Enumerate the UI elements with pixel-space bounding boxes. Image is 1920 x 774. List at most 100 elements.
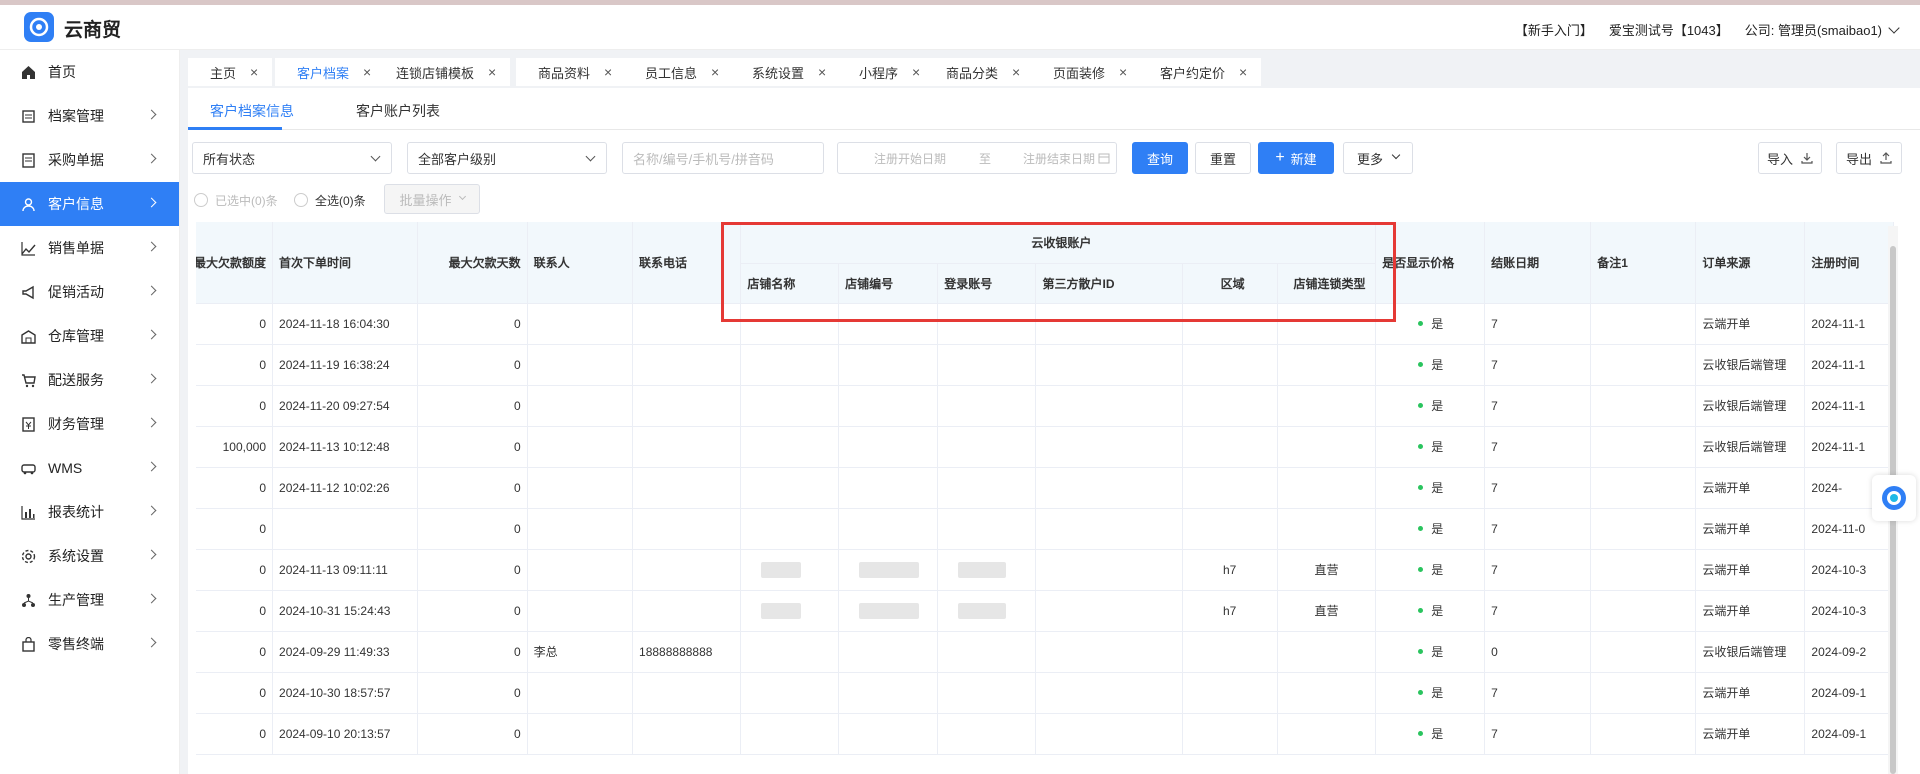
th-phone[interactable]: 联系电话 (632, 222, 742, 304)
close-icon[interactable]: × (488, 64, 496, 80)
th-first-order[interactable]: 首次下单时间 (272, 222, 419, 304)
th-settle-date[interactable]: 结账日期 (1484, 222, 1592, 304)
sidebar-item-12[interactable]: 生产管理 (0, 578, 179, 622)
table-row[interactable]: 0 2024-09-10 20:13:57 0 是 7 云端开单 2024-09-1 (196, 713, 1894, 755)
close-icon[interactable]: × (1012, 64, 1020, 80)
tab-9[interactable]: 客户约定价 × (1138, 58, 1262, 86)
export-button[interactable]: 导出 (1836, 142, 1902, 174)
tab-8[interactable]: 页面装修 × (1031, 58, 1142, 86)
sidebar-item-11[interactable]: 系统设置 (0, 534, 179, 578)
tab-6[interactable]: 小程序 × (837, 58, 935, 86)
cell-max-credit: 0 (196, 631, 274, 673)
cell-login (937, 385, 1037, 427)
gear-icon (20, 548, 36, 564)
sidebar: 首页 档案管理 采购单据 客户信息 销售单据 促销活动 仓库管理 配送服务 财务管理 WMS 报表统… (0, 50, 180, 774)
export-icon (1880, 152, 1892, 164)
close-icon[interactable]: × (818, 64, 826, 80)
sidebar-item-10[interactable]: 报表统计 (0, 490, 179, 534)
sidebar-item-9[interactable]: WMS (0, 446, 179, 490)
cell-max-credit: 0 (196, 590, 274, 632)
select-all-radio[interactable] (294, 193, 308, 207)
sidebar-item-7[interactable]: 配送服务 (0, 358, 179, 402)
tab-4[interactable]: 员工信息 × (623, 58, 734, 86)
query-button[interactable]: 查询 (1132, 142, 1188, 174)
close-icon[interactable]: × (363, 64, 371, 80)
tab-7[interactable]: 商品分类 × (924, 58, 1035, 86)
table-row[interactable]: 0 2024-09-29 11:49:33 0 李总 18888888888 是 0 云收银后… (196, 631, 1894, 673)
th-third-id[interactable]: 第三方散户ID (1035, 263, 1183, 304)
import-button[interactable]: 导入 (1758, 142, 1822, 174)
date-range-picker[interactable]: 注册开始日期 至 注册结束日期 (837, 142, 1117, 174)
table-row[interactable]: 0 2024-11-20 09:27:54 0 是 7 云收银后端管理 2024-11-1 (196, 385, 1894, 427)
tab-0[interactable]: 主页 × (188, 58, 273, 86)
cell-region (1182, 631, 1278, 673)
sidebar-item-13[interactable]: 零售终端 (0, 622, 179, 666)
close-icon[interactable]: × (711, 64, 719, 80)
app-logo-icon[interactable] (24, 12, 54, 42)
cell-first-order: 2024-11-18 16:04:30 (272, 303, 419, 345)
sidebar-item-5[interactable]: 促销活动 (0, 270, 179, 314)
show-price-value: 是 (1431, 645, 1444, 659)
close-icon[interactable]: × (1239, 64, 1247, 80)
sidebar-item-1[interactable]: 档案管理 (0, 94, 179, 138)
table-row[interactable]: 0 2024-11-12 10:02:26 0 是 7 云端开单 2024- (196, 467, 1894, 509)
main-content: 客户档案信息 客户账户列表 所有状态 全部客户级别 名称/编号/手机号/拼音码 … (180, 88, 1920, 774)
reset-button[interactable]: 重置 (1195, 142, 1251, 174)
new-button[interactable]: + 新建 (1258, 142, 1334, 174)
cell-chain-type (1277, 631, 1377, 673)
table-row[interactable]: 0 2024-11-18 16:04:30 0 是 7 云端开单 2024-11-1 (196, 303, 1894, 345)
floating-assistant-button[interactable] (1872, 475, 1916, 521)
th-store-no[interactable]: 店铺编号 (838, 263, 939, 304)
tab-2[interactable]: 连锁店铺模板 × (374, 58, 511, 86)
company-user-menu[interactable]: 公司: 管理员(smaibao1) (1745, 20, 1900, 39)
tab-5[interactable]: 系统设置 × (730, 58, 841, 86)
cell-login (937, 467, 1037, 509)
sidebar-item-3[interactable]: 客户信息 (0, 182, 179, 226)
subtab-customer-accounts[interactable]: 客户账户列表 (356, 101, 440, 121)
sidebar-item-2[interactable]: 采购单据 (0, 138, 179, 182)
table-row[interactable]: 0 0 是 7 云端开单 2024-11-0 (196, 508, 1894, 550)
cell-store-no (838, 631, 939, 673)
table-row[interactable]: 100,000 2024-11-13 10:12:48 0 是 7 云收银后端管理 2024… (196, 426, 1894, 468)
close-icon[interactable]: × (250, 64, 258, 80)
close-icon[interactable]: × (1119, 64, 1127, 80)
batch-op-button[interactable]: 批量操作 (384, 184, 480, 214)
cell-remark (1590, 713, 1697, 755)
selected-radio[interactable] (194, 193, 208, 207)
th-contact[interactable]: 联系人 (527, 222, 634, 304)
newbie-link[interactable]: 【新手入门】 (1515, 20, 1593, 39)
tab-1[interactable]: 客户档案 × (275, 58, 386, 86)
cell-max-days: 0 (417, 344, 528, 386)
th-store-name[interactable]: 店铺名称 (740, 263, 840, 304)
table-row[interactable]: 0 2024-10-30 18:57:57 0 是 7 云端开单 2024-09-1 (196, 672, 1894, 714)
more-button[interactable]: 更多 (1343, 142, 1413, 174)
close-icon[interactable]: × (912, 64, 920, 80)
tab-label: 客户档案 (297, 65, 350, 81)
table-row[interactable]: 0 2024-11-13 09:11:11 0 h7 直营 是 7 云端开单 2024-10-3 (196, 549, 1894, 591)
th-max-credit[interactable]: 最大欠款额度 (196, 222, 274, 304)
th-show-price[interactable]: 是否显示价格 (1375, 222, 1486, 304)
th-source[interactable]: 订单来源 (1695, 222, 1806, 304)
th-remark[interactable]: 备注1 (1590, 222, 1697, 304)
th-max-days[interactable]: 最大欠款天数 (417, 222, 528, 304)
table-row[interactable]: 0 2024-10-31 15:24:43 0 h7 直营 是 7 云端开单 2024-10-3 (196, 590, 1894, 632)
table-row[interactable]: 0 2024-11-19 16:38:24 0 是 7 云收银后端管理 2024-11-1 (196, 344, 1894, 386)
level-select[interactable]: 全部客户级别 (407, 142, 607, 174)
subtab-customer-info[interactable]: 客户档案信息 (210, 101, 294, 121)
sidebar-item-8[interactable]: 财务管理 (0, 402, 179, 446)
close-icon[interactable]: × (604, 64, 612, 80)
th-chain-type[interactable]: 店铺连锁类型 (1277, 263, 1377, 304)
sidebar-item-4[interactable]: 销售单据 (0, 226, 179, 270)
th-login[interactable]: 登录账号 (937, 263, 1037, 304)
sidebar-item-6[interactable]: 仓库管理 (0, 314, 179, 358)
cell-reg-time: 2024-11-1 (1804, 385, 1894, 427)
th-reg-time[interactable]: 注册时间 (1804, 222, 1894, 304)
sidebar-item-0[interactable]: 首页 (0, 50, 179, 94)
chevron-right-icon (146, 505, 157, 516)
th-region[interactable]: 区域 (1182, 263, 1278, 304)
show-price-value: 是 (1431, 686, 1444, 700)
status-select[interactable]: 所有状态 (192, 142, 392, 174)
search-input[interactable]: 名称/编号/手机号/拼音码 (622, 142, 824, 174)
tab-3[interactable]: 商品资料 × (516, 58, 627, 86)
cell-max-days: 0 (417, 426, 528, 468)
